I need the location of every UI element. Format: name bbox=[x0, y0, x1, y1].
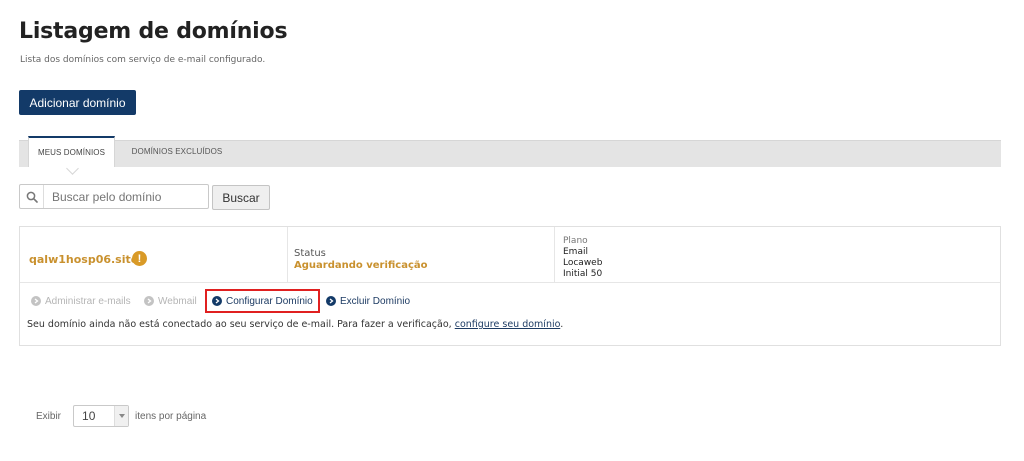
tab-my-domains[interactable]: MEUS DOMÍNIOS bbox=[28, 136, 115, 167]
per-page-after-label: itens por página bbox=[135, 410, 207, 422]
plan-line: Email bbox=[563, 247, 588, 257]
chevron-right-icon bbox=[31, 296, 41, 306]
plan-label: Plano bbox=[563, 236, 588, 246]
column-divider bbox=[554, 227, 555, 283]
configure-domain-inline-link[interactable]: configure seu domínio bbox=[455, 319, 561, 330]
verification-notice: Seu domínio ainda não está conectado ao … bbox=[27, 319, 563, 330]
configure-domain-link[interactable]: Configurar Domínio bbox=[205, 289, 320, 313]
delete-domain-link[interactable]: Excluir Domínio bbox=[326, 289, 410, 313]
domain-card: qalw1hosp06.site ! Status Aguardando ver… bbox=[19, 226, 1001, 346]
status-label: Status bbox=[294, 248, 326, 259]
notice-text: Seu domínio ainda não está conectado ao … bbox=[27, 319, 452, 330]
per-page-before-label: Exibir bbox=[36, 410, 62, 422]
domain-actions: Administrar e-mails Webmail Configurar D… bbox=[20, 289, 1000, 313]
warning-icon: ! bbox=[132, 251, 147, 266]
chevron-right-icon bbox=[326, 296, 336, 306]
domain-name[interactable]: qalw1hosp06.site bbox=[29, 253, 138, 266]
chevron-right-icon bbox=[144, 296, 154, 306]
search-button[interactable]: Buscar bbox=[212, 185, 270, 210]
plan-line: Locaweb bbox=[563, 258, 603, 268]
page-title: Listagem de domínios bbox=[19, 19, 288, 44]
notice-end: . bbox=[560, 319, 564, 330]
manage-emails-link[interactable]: Administrar e-mails bbox=[31, 289, 131, 313]
webmail-link[interactable]: Webmail bbox=[144, 289, 197, 313]
status-value: Aguardando verificação bbox=[294, 260, 428, 271]
tab-deleted-domains[interactable]: DOMÍNIOS EXCLUÍDOS bbox=[118, 136, 236, 167]
column-divider bbox=[287, 227, 288, 283]
add-domain-button[interactable]: Adicionar domínio bbox=[19, 90, 136, 115]
per-page-value: 10 bbox=[82, 409, 96, 423]
search-input[interactable] bbox=[44, 186, 208, 207]
search-box bbox=[19, 184, 209, 209]
per-page-select[interactable]: 10 bbox=[73, 405, 130, 427]
per-page-control: Exibir 10 itens por página bbox=[36, 405, 206, 427]
page-subtitle: Lista dos domínios com serviço de e-mail… bbox=[20, 55, 266, 65]
chevron-down-icon bbox=[114, 406, 129, 426]
manage-emails-label: Administrar e-mails bbox=[45, 295, 131, 307]
webmail-label: Webmail bbox=[158, 295, 197, 307]
domain-card-header: qalw1hosp06.site ! Status Aguardando ver… bbox=[20, 227, 1000, 283]
search-icon bbox=[20, 185, 44, 208]
configure-domain-label: Configurar Domínio bbox=[226, 295, 313, 307]
chevron-right-icon bbox=[212, 296, 222, 306]
delete-domain-label: Excluir Domínio bbox=[340, 295, 411, 307]
plan-line: Initial 50 bbox=[563, 269, 603, 279]
